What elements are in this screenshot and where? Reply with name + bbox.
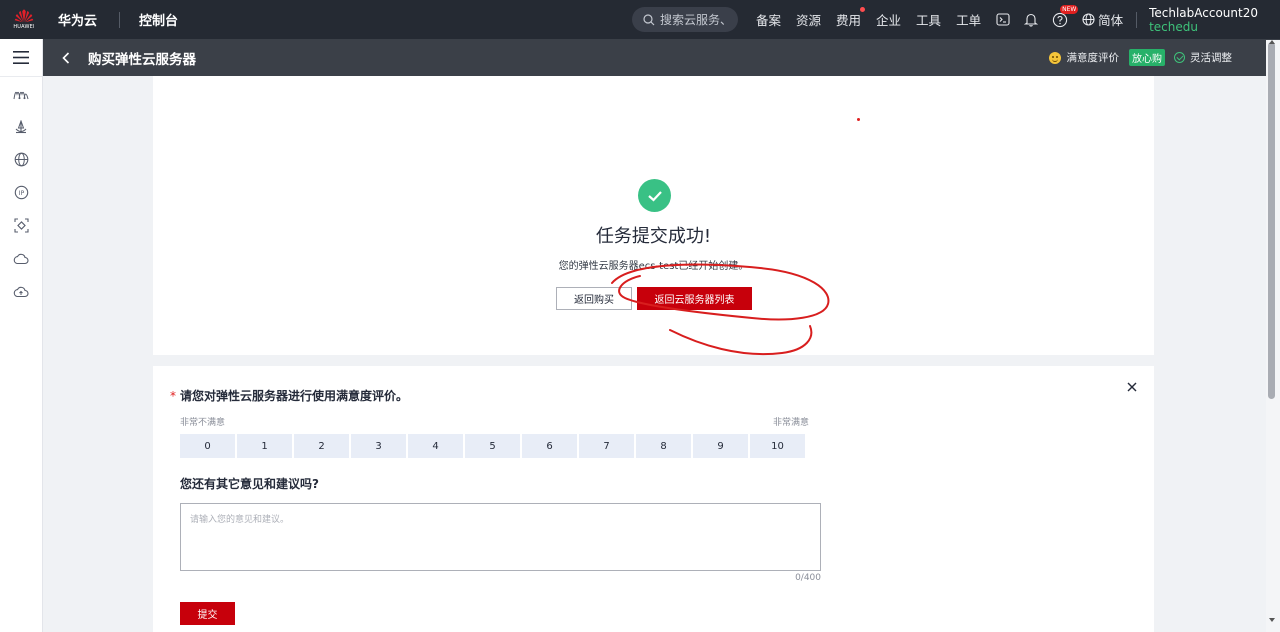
scroll-up-arrow[interactable] [1269,40,1275,44]
logo-wordmark: HUAWEI [13,24,35,30]
worry-free-badge[interactable]: 放心购 [1129,49,1165,66]
rating-option-10[interactable]: 10 [750,434,805,458]
rating-question-text: 请您对弹性云服务器进行使用满意度评价。 [180,389,409,403]
rating-scale: 0 1 2 3 4 5 6 7 8 9 10 [180,434,807,458]
cloud-icon[interactable] [0,242,42,275]
rating-option-4[interactable]: 4 [408,434,463,458]
console-link[interactable]: 控制台 [139,10,178,29]
success-title: 任务提交成功! [595,226,712,247]
account-menu[interactable]: TechlabAccount20 techedu [1149,6,1258,34]
nav-filing[interactable]: 备案 [756,10,781,29]
rating-option-8[interactable]: 8 [636,434,691,458]
top-navigation-bar: HUAWEI 华为云 控制台 搜索云服务、 备案 资源 费用 企业 工具 工单 … [0,0,1280,39]
chevron-left-icon [61,51,69,64]
page-title: 购买弹性云服务器 [88,51,196,68]
success-description: 您的弹性云服务器ecs-test已经开始创建。 [558,261,749,272]
rating-option-6[interactable]: 6 [522,434,577,458]
nav-enterprise[interactable]: 企业 [876,10,901,29]
scale-low-label: 非常不满意 [180,418,226,428]
required-mark: * [170,389,176,403]
divider [119,11,121,28]
nav-tools[interactable]: 工具 [916,10,941,29]
account-subname: techedu [1149,19,1198,34]
ip-icon[interactable]: IP [0,176,42,209]
smile-icon [1048,51,1061,64]
rating-question: * 请您对弹性云服务器进行使用满意度评价。 [170,387,408,404]
account-name: TechlabAccount20 [1149,5,1258,20]
search-icon [643,13,655,25]
help-icon[interactable]: NEW [1052,4,1079,28]
search-box[interactable]: 搜索云服务、 [631,7,738,32]
flexible-adjust-link[interactable]: 灵活调整 [1190,50,1232,65]
new-badge: NEW [1060,4,1079,14]
satisfaction-survey-panel: * 请您对弹性云服务器进行使用满意度评价。 非常不满意 非常满意 0 1 2 3 … [153,366,1154,632]
feedback-textarea[interactable] [180,503,821,571]
brand-name[interactable]: 华为云 [58,10,97,29]
rating-option-1[interactable]: 1 [237,434,292,458]
network-wave-icon[interactable] [0,77,42,110]
nav-resources[interactable]: 资源 [796,10,821,29]
nav-tickets[interactable]: 工单 [956,10,981,29]
divider [1136,11,1138,28]
return-to-purchase-button[interactable]: 返回购买 [556,287,632,310]
rating-option-0[interactable]: 0 [180,434,235,458]
satisfaction-link[interactable]: 满意度评价 [1067,50,1120,65]
menu-icon[interactable] [0,39,42,77]
scroll-down-arrow[interactable] [1269,618,1275,622]
anchor-icon[interactable] [0,110,42,143]
language-label: 简体 [1098,13,1124,28]
service-sidebar: IP [0,39,43,632]
rating-option-2[interactable]: 2 [294,434,349,458]
globe-icon[interactable] [0,143,42,176]
check-circle-icon [1174,52,1185,63]
rating-option-3[interactable]: 3 [351,434,406,458]
close-icon[interactable] [1124,379,1140,395]
submit-button[interactable]: 提交 [180,602,235,625]
back-button[interactable] [43,51,88,64]
page-header: 购买弹性云服务器 满意度评价 放心购 灵活调整 [43,39,1280,76]
language-switch[interactable]: 简体 [1082,10,1123,29]
page-header-actions: 满意度评价 放心购 灵活调整 [1048,49,1232,66]
scale-high-label: 非常满意 [773,418,810,428]
cloud-upload-icon[interactable] [0,275,42,308]
notification-dot [860,7,866,12]
scrollbar-thumb[interactable] [1268,42,1275,399]
svg-text:IP: IP [18,190,24,197]
char-counter: 0/400 [795,573,821,583]
nav-billing[interactable]: 费用 [836,7,866,29]
rating-option-5[interactable]: 5 [465,434,520,458]
search-placeholder: 搜索云服务、 [659,13,732,27]
return-to-server-list-button[interactable]: 返回云服务器列表 [637,287,752,310]
cloud-shell-icon[interactable] [996,13,1010,26]
huawei-logo[interactable]: HUAWEI [0,0,48,39]
bell-icon[interactable] [1024,12,1039,27]
success-panel: 任务提交成功! 您的弹性云服务器ecs-test已经开始创建。 返回购买 返回云… [153,76,1154,355]
red-speck [857,118,860,121]
rating-option-9[interactable]: 9 [693,434,748,458]
success-check-icon [638,179,671,212]
huawei-flower-icon [14,9,34,23]
rating-option-7[interactable]: 7 [579,434,634,458]
feedback-question: 您还有其它意见和建议吗? [180,477,319,491]
security-scan-icon[interactable] [0,209,42,242]
nav-billing-label: 费用 [836,13,862,28]
globe-icon [1082,13,1095,26]
